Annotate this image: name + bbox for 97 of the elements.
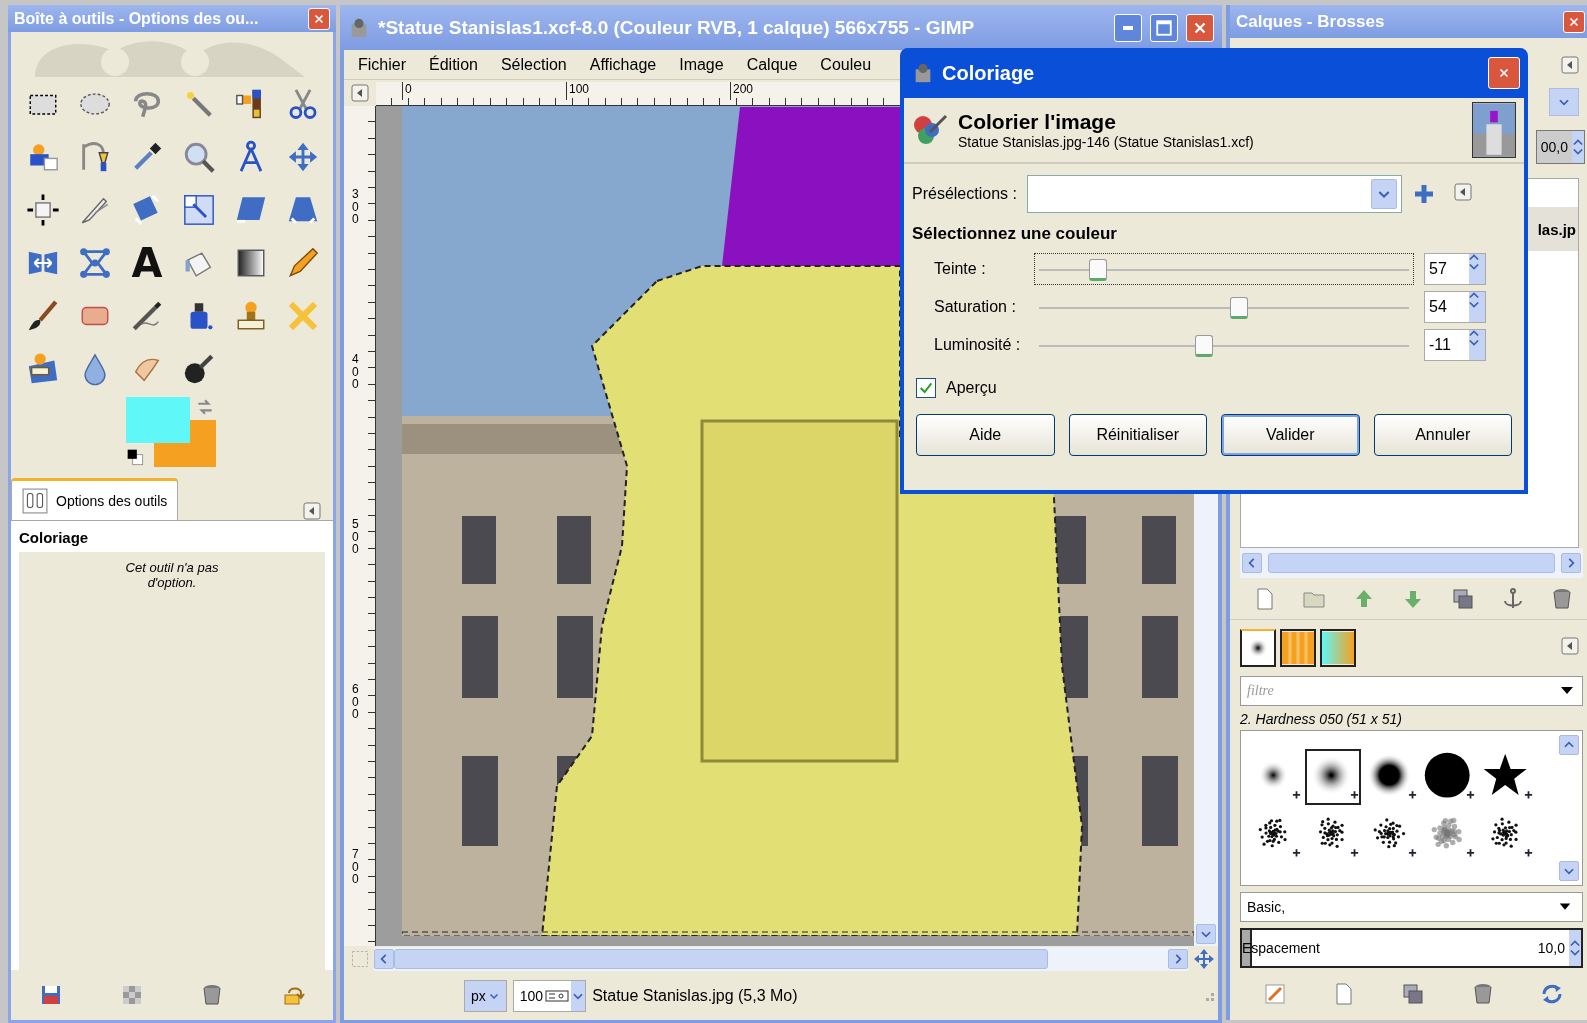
spin-arrows-icon[interactable] [1573, 139, 1583, 155]
pencil-icon[interactable] [286, 245, 320, 280]
sliders-icon [22, 487, 48, 514]
number-spinbox[interactable]: 57 [1424, 253, 1486, 285]
tag-filter-field[interactable]: filtre [1240, 676, 1583, 706]
ruler-label: 500 [352, 518, 359, 559]
checkbox-label: Aperçu [946, 379, 997, 397]
dock-tab[interactable] [1240, 629, 1276, 667]
ruler-menu-button[interactable] [351, 84, 369, 102]
pattern-tab-icon [1282, 631, 1314, 665]
checkmark-icon [918, 380, 934, 396]
tab-menu-button[interactable] [303, 502, 321, 520]
perspective-stamp-icon[interactable] [26, 351, 60, 386]
ruler-label: 700 [352, 848, 359, 889]
dialog-button[interactable]: Valider [1221, 414, 1360, 456]
dialog-button[interactable]: Réinitialiser [1068, 414, 1207, 456]
spin-arrows-icon[interactable] [1469, 254, 1479, 270]
default-colors-icon[interactable] [126, 448, 146, 468]
resize-grip-icon [1206, 993, 1214, 1001]
horizontal-scrollbar[interactable] [1240, 548, 1583, 578]
dialog-heading: Colorier l'image [958, 110, 1117, 134]
ruler-label: 200 [730, 82, 894, 100]
dialog-title: Coloriage [942, 61, 1036, 85]
window-title: Boîte à outils - Options des ou... [14, 9, 259, 28]
dialog-button[interactable]: Aide [916, 414, 1055, 456]
ruler-label: 0 [402, 82, 566, 100]
image-thumbnail [1472, 102, 1516, 158]
gradient-tab-icon [1322, 631, 1354, 665]
window-title: Calques - Brosses [1236, 11, 1385, 32]
section-title: Sélectionnez une couleur [911, 223, 1118, 245]
dropdown-triangle-icon [1561, 687, 1573, 694]
ruler-label: 400 [352, 353, 359, 394]
maximize-button[interactable] [1150, 13, 1178, 42]
color-swatches[interactable] [126, 397, 216, 467]
spin-arrows-icon[interactable] [1469, 330, 1479, 346]
ruler-label: 100 [566, 82, 730, 100]
brush-name: 2. Hardness 050 (51 x 51) [1239, 710, 1403, 729]
dock-tab[interactable] [1280, 629, 1316, 667]
tab-menu-button[interactable] [1561, 637, 1579, 655]
spin-arrows-icon[interactable] [1469, 292, 1479, 308]
cage-icon[interactable] [78, 245, 112, 280]
slider-label: Saturation : [934, 298, 1017, 316]
paintbrush-icon[interactable] [26, 298, 60, 333]
stacked-pages-icon[interactable] [1401, 982, 1426, 1006]
scale-icon[interactable] [182, 192, 216, 227]
ruler-label: 600 [352, 683, 359, 724]
close-button[interactable] [308, 7, 330, 30]
checkbox[interactable] [916, 378, 936, 398]
zoom-dropdown[interactable]: 100 [512, 980, 587, 1012]
navigate-icon[interactable] [1192, 947, 1216, 971]
spacing-value: 10,0 [1537, 940, 1565, 956]
menu-item[interactable]: Calque [746, 55, 798, 74]
edit-brush-icon[interactable] [1262, 982, 1287, 1006]
close-icon [1497, 66, 1511, 80]
ruler-label: 300 [352, 188, 359, 229]
menu-item[interactable]: Image [679, 55, 724, 74]
number-spinbox[interactable]: -11 [1424, 329, 1486, 361]
presets-label: Présélections : [912, 185, 1017, 203]
menu-item[interactable]: Sélection [500, 55, 567, 74]
menu-item[interactable]: Affichage [589, 55, 657, 74]
image-info: Statue Stanislas.jpg (5,3 Mo) [592, 987, 798, 1005]
maximize-icon [1155, 18, 1173, 37]
dialog-button[interactable]: Annuler [1373, 414, 1512, 456]
unit-dropdown[interactable]: px [464, 980, 507, 1012]
menu-item[interactable]: Couleu [820, 55, 872, 74]
dialog-subheading: Statue Stanislas.jpg-146 (Statue Stanislas1.xcf) [958, 134, 1255, 150]
slider-thumb[interactable] [1229, 297, 1248, 319]
align-icon[interactable] [26, 192, 60, 227]
text-tool-glyph[interactable]: A [130, 242, 164, 283]
dialog-menu-button[interactable] [1453, 183, 1472, 201]
tab-menu-button[interactable] [1561, 56, 1579, 74]
zoom-entry-icon [545, 988, 570, 1004]
stacked-pages-icon[interactable] [1451, 586, 1476, 611]
dock-tab[interactable] [1320, 629, 1356, 667]
close-button[interactable] [1186, 13, 1214, 42]
minimize-icon [1123, 25, 1133, 30]
tool-name: Coloriage [19, 529, 90, 546]
swap-arrows-icon[interactable] [195, 397, 215, 417]
close-button[interactable] [1488, 57, 1520, 89]
menu-item[interactable]: Édition [429, 55, 478, 74]
options-message: Cet outil n'a pas d'option. [124, 560, 220, 592]
window-title: *Statue Stanislas1.xcf-8.0 (Couleur RVB, 1 calque) 566x755 - GIMP [378, 16, 976, 39]
minimize-button[interactable] [1114, 13, 1142, 42]
slider-thumb[interactable] [1089, 259, 1108, 281]
tab-label: Options des outils [56, 492, 168, 509]
close-button[interactable] [1563, 10, 1585, 33]
menu-item[interactable]: Fichier [358, 55, 406, 74]
slider-label: Teinte : [934, 260, 987, 278]
slider-label: Luminosité : [934, 336, 1022, 354]
number-spinbox[interactable]: 54 [1424, 291, 1486, 323]
opacity-field[interactable]: 00,0 [1535, 130, 1585, 164]
spin-arrows-icon[interactable] [1570, 940, 1580, 956]
presets-dropdown[interactable] [1026, 175, 1402, 213]
slider-thumb[interactable] [1194, 335, 1213, 357]
tag-dropdown[interactable]: Basic, [1240, 892, 1583, 922]
horizontal-scrollbar[interactable] [374, 947, 1188, 971]
tool-options-tab[interactable]: Options des outils [11, 478, 179, 520]
